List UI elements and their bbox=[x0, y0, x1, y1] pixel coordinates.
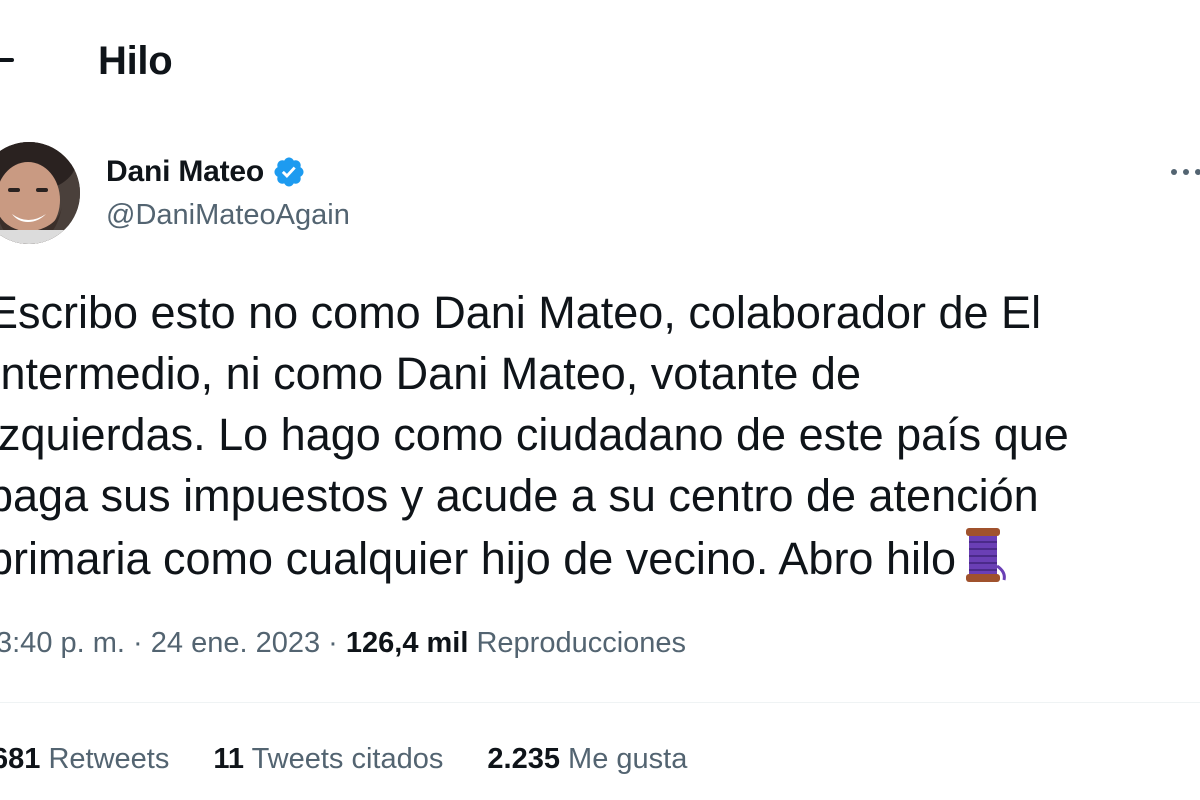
tweet-meta: 3:40 p. m. · 24 ene. 2023 · 126,4 mil Re… bbox=[0, 624, 686, 662]
page-title: Hilo bbox=[98, 39, 173, 83]
divider bbox=[0, 702, 1200, 703]
likes-stat[interactable]: 2.235 Me gusta bbox=[487, 740, 687, 778]
quotes-count: 11 bbox=[213, 743, 245, 775]
tweet-stats: 681 Retweets 11 Tweets citados 2.235 Me … bbox=[0, 740, 731, 778]
views-count: 126,4 mil bbox=[345, 627, 469, 659]
author-name-row[interactable]: Dani Mateo bbox=[106, 152, 306, 192]
likes-count: 2.235 bbox=[487, 743, 560, 775]
views-label: Reproducciones bbox=[476, 627, 687, 659]
meta-separator: · bbox=[133, 627, 143, 659]
quotes-label: Tweets citados bbox=[251, 743, 444, 775]
spool-of-thread-icon bbox=[966, 528, 1006, 582]
author-handle[interactable]: @DaniMateoAgain bbox=[106, 197, 350, 233]
meta-separator: · bbox=[328, 627, 338, 659]
retweets-stat[interactable]: 681 Retweets bbox=[0, 740, 169, 778]
more-dots-icon[interactable] bbox=[1166, 160, 1200, 184]
verified-badge-icon bbox=[274, 157, 304, 187]
tweet-time[interactable]: 3:40 p. m. bbox=[0, 627, 125, 659]
avatar[interactable] bbox=[0, 142, 80, 244]
author-name[interactable]: Dani Mateo bbox=[106, 154, 264, 190]
thread-header: Hilo bbox=[0, 0, 1200, 120]
tweet-thread-page: Hilo Dani Mateo @DaniMateoAgain Escribo … bbox=[0, 0, 1200, 800]
arrow-left-icon[interactable] bbox=[0, 58, 14, 62]
quotes-stat[interactable]: 11 Tweets citados bbox=[213, 740, 443, 778]
likes-label: Me gusta bbox=[568, 743, 688, 775]
tweet-body: Escribo esto no como Dani Mateo, colabor… bbox=[0, 287, 1069, 584]
tweet-text: Escribo esto no como Dani Mateo, colabor… bbox=[0, 282, 1188, 589]
tweet-date[interactable]: 24 ene. 2023 bbox=[151, 627, 320, 659]
retweets-count: 681 bbox=[0, 743, 41, 775]
avatar-photo bbox=[0, 142, 80, 244]
retweets-label: Retweets bbox=[48, 743, 170, 775]
